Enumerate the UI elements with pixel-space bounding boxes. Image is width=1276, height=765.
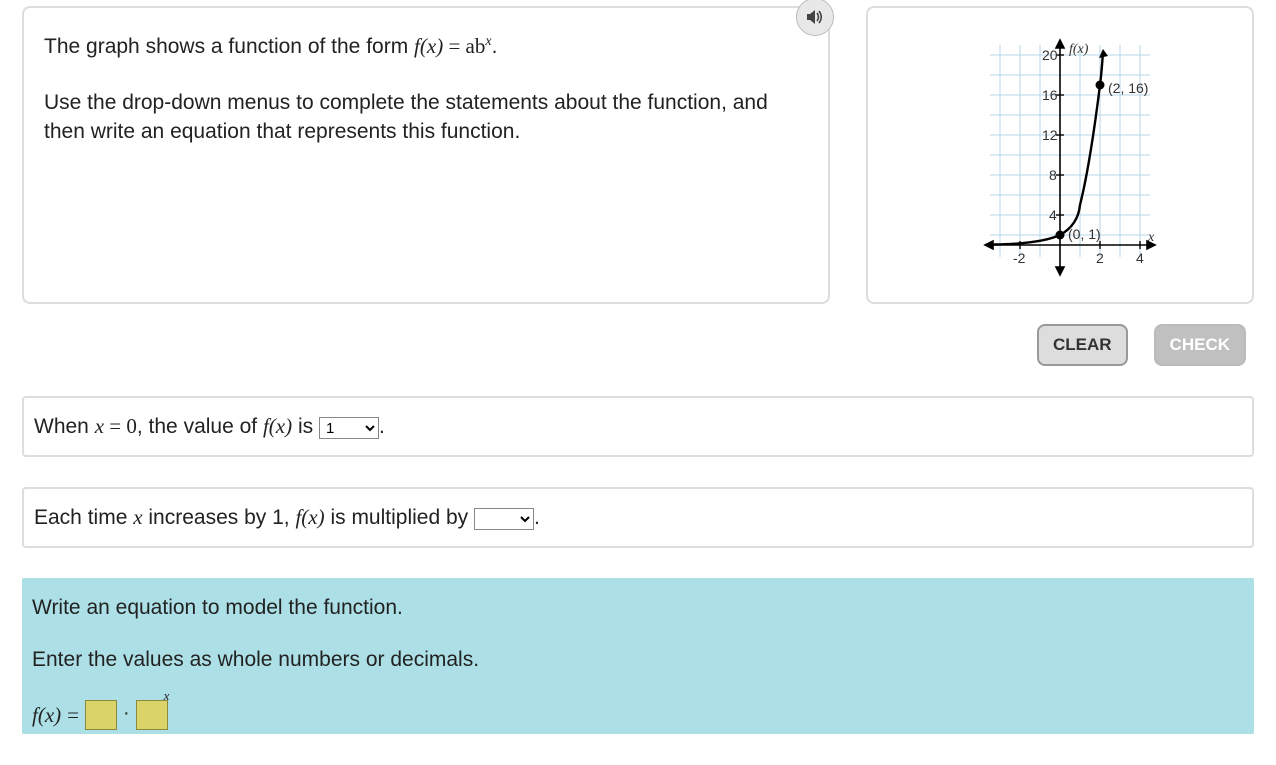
equation-row: f(x) = · x — [32, 700, 1244, 730]
equation-instruction: Enter the values as whole numbers or dec… — [32, 648, 1244, 672]
text: . — [492, 35, 498, 58]
fx-symbol: f(x) — [295, 505, 324, 529]
clear-button[interactable]: CLEAR — [1037, 324, 1128, 366]
speaker-icon — [805, 7, 825, 27]
text: is — [292, 415, 319, 438]
xtick-neg2: -2 — [1013, 250, 1026, 266]
text: = 0 — [104, 414, 137, 438]
graph-panel: 20 16 12 8 4 -2 2 4 f(x) x (0, 1) (2, 16… — [866, 6, 1254, 304]
text: The graph shows a function of the form — [44, 35, 414, 58]
equation-panel: Write an equation to model the function.… — [22, 578, 1254, 734]
text: . — [379, 415, 385, 438]
fx-symbol: f(x) — [414, 34, 443, 58]
text: . — [534, 506, 540, 529]
point-label-2-16: (2, 16) — [1108, 80, 1148, 96]
fx-symbol: f(x) — [32, 703, 61, 728]
ytick-8: 8 — [1049, 167, 1057, 183]
point-label-0-1: (0, 1) — [1068, 226, 1101, 242]
xtick-2: 2 — [1096, 250, 1104, 266]
question-line-1: The graph shows a function of the form f… — [44, 32, 808, 61]
coefficient-a-input[interactable] — [85, 700, 117, 730]
text: When — [34, 415, 95, 438]
function-graph: 20 16 12 8 4 -2 2 4 f(x) x (0, 1) (2, 16… — [930, 25, 1190, 285]
ytick-4: 4 — [1049, 207, 1057, 223]
text: = ab — [443, 34, 485, 58]
statement-2-panel: Each time x increases by 1, f(x) is mult… — [22, 487, 1254, 548]
multiplier-select[interactable] — [474, 508, 534, 530]
check-button[interactable]: CHECK — [1154, 324, 1246, 366]
var-x: x — [95, 414, 104, 438]
x-axis-label: x — [1147, 230, 1155, 245]
equals-sign: = — [67, 703, 79, 728]
ytick-20: 20 — [1042, 47, 1058, 63]
text: is multiplied by — [325, 506, 474, 529]
text: increases by 1, — [143, 506, 296, 529]
fx-symbol: f(x) — [263, 414, 292, 438]
statement-1-panel: When x = 0, the value of f(x) is 1. — [22, 396, 1254, 457]
value-at-zero-select[interactable]: 1 — [319, 417, 379, 439]
ytick-16: 16 — [1042, 87, 1058, 103]
text: , the value of — [137, 415, 263, 438]
question-panel: The graph shows a function of the form f… — [22, 6, 830, 304]
xtick-4: 4 — [1136, 250, 1144, 266]
question-line-2: Use the drop-down menus to complete the … — [44, 89, 808, 146]
equation-heading: Write an equation to model the function. — [32, 596, 1244, 620]
multiply-dot: · — [123, 702, 130, 725]
button-row: CLEAR CHECK — [0, 304, 1276, 366]
y-axis-label: f(x) — [1069, 42, 1089, 57]
ytick-12: 12 — [1042, 127, 1058, 143]
text: Each time — [34, 506, 133, 529]
exponent-x: x — [164, 688, 170, 718]
var-x: x — [133, 505, 142, 529]
